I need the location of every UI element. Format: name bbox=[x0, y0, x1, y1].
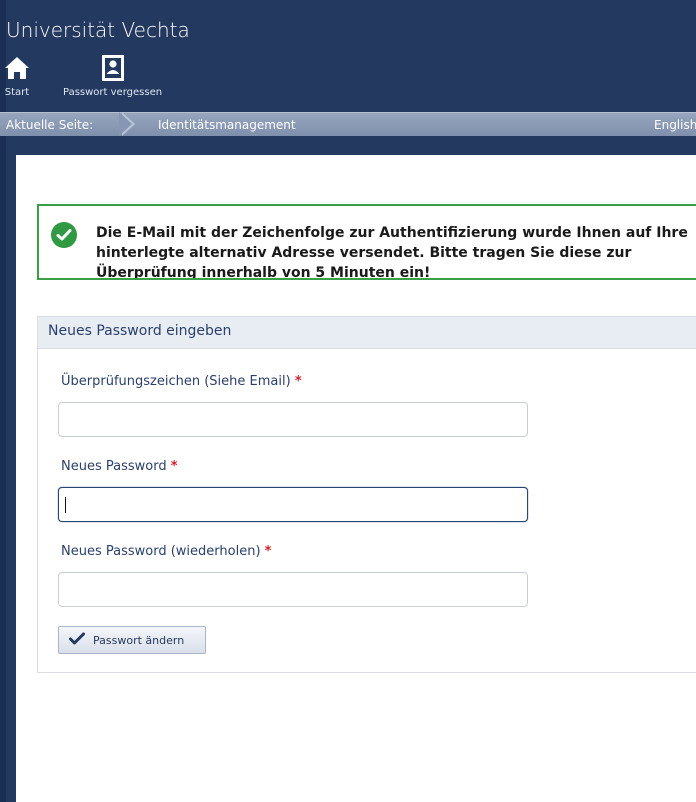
breadcrumb: Aktuelle Seite: Identitätsmanagement Eng… bbox=[0, 112, 696, 136]
verification-code-input[interactable] bbox=[58, 402, 528, 437]
change-password-button[interactable]: Passwort ändern bbox=[58, 626, 206, 654]
repeat-password-label: Neues Password (wiederholen) * bbox=[61, 544, 271, 559]
checkmark-icon bbox=[69, 632, 85, 648]
language-switch[interactable]: English bbox=[654, 118, 696, 132]
main-content: Die E-Mail mit der Zeichenfolge zur Auth… bbox=[16, 155, 696, 802]
breadcrumb-separator-inner bbox=[119, 112, 132, 136]
verification-code-label: Überprüfungszeichen (Siehe Email) * bbox=[61, 374, 302, 389]
new-password-label-text: Neues Password bbox=[61, 459, 167, 474]
required-marker: * bbox=[294, 374, 302, 389]
home-icon bbox=[4, 52, 30, 84]
new-password-input[interactable] bbox=[58, 487, 528, 522]
nav-start-label: Start bbox=[4, 87, 30, 98]
verification-code-label-text: Überprüfungszeichen (Siehe Email) bbox=[61, 374, 291, 389]
panel-title: Neues Password eingeben bbox=[38, 317, 696, 349]
breadcrumb-label: Aktuelle Seite: bbox=[6, 118, 94, 132]
required-marker: * bbox=[264, 544, 272, 559]
new-password-label: Neues Password * bbox=[61, 459, 178, 474]
alert-message: Die E-Mail mit der Zeichenfolge zur Auth… bbox=[96, 225, 688, 280]
success-alert: Die E-Mail mit der Zeichenfolge zur Auth… bbox=[37, 204, 696, 280]
text-caret bbox=[65, 497, 66, 513]
user-card-icon bbox=[101, 52, 124, 84]
nav-start[interactable]: Start bbox=[4, 52, 30, 98]
breadcrumb-current[interactable]: Identitätsmanagement bbox=[158, 118, 296, 132]
nav-password-forgot-label: Passwort vergessen bbox=[63, 87, 163, 98]
required-marker: * bbox=[170, 459, 178, 474]
check-circle-icon bbox=[51, 222, 77, 248]
nav-password-forgot[interactable]: Passwort vergessen bbox=[63, 52, 162, 98]
app-title: Universität Vechta bbox=[6, 18, 190, 42]
password-form-panel: Neues Password eingeben Überprüfungszeic… bbox=[37, 316, 696, 673]
repeat-password-input[interactable] bbox=[58, 572, 528, 607]
repeat-password-label-text: Neues Password (wiederholen) bbox=[61, 544, 261, 559]
change-password-button-label: Passwort ändern bbox=[93, 633, 185, 647]
